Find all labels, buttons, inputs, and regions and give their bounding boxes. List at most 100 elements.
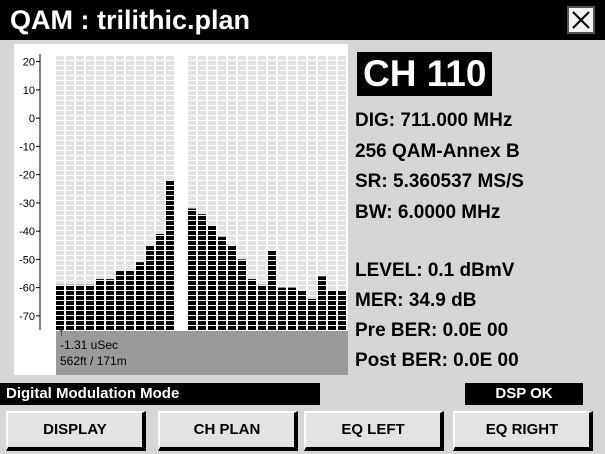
- bar-segment-gap: [54, 85, 346, 86]
- bar-segment-gap: [54, 175, 346, 176]
- pre-ber-readout: Pre BER: 0.0E 00: [355, 320, 509, 341]
- bar-segment-gap: [54, 310, 346, 311]
- bar-segment-gap: [54, 280, 346, 281]
- y-tick-label: -60: [19, 283, 35, 295]
- eq-tap-bar: [96, 279, 104, 330]
- bar-segment-gap: [54, 240, 346, 241]
- bar-segment-gap: [54, 255, 346, 256]
- bar-segment-gap: [54, 300, 346, 301]
- dsp-status-badge: DSP OK: [465, 383, 583, 405]
- y-tick-label: -10: [19, 141, 35, 153]
- bar-background: [338, 56, 346, 330]
- bar-segment-gap: [54, 290, 346, 291]
- bar-segment-gap: [54, 110, 346, 111]
- bar-background: [298, 56, 306, 330]
- bar-segment-gap: [54, 215, 346, 216]
- bar-background: [328, 56, 336, 330]
- bar-segment-gap: [54, 95, 346, 96]
- eq-tap-bar: [136, 262, 144, 330]
- eq-tap-bar: [248, 279, 256, 330]
- y-tick-label: -20: [19, 170, 35, 182]
- bar-segment-gap: [54, 140, 346, 141]
- bandwidth: BW: 6.0000 MHz: [355, 202, 501, 223]
- bar-segment-gap: [54, 270, 346, 271]
- eq-left-button[interactable]: EQ LEFT: [304, 411, 444, 451]
- marker-arrow-icon: ↑: [58, 324, 65, 339]
- eq-tap-bar: [188, 208, 196, 330]
- modulation-type: 256 QAM-Annex B: [355, 141, 520, 162]
- eq-right-button[interactable]: EQ RIGHT: [453, 411, 593, 451]
- dig-frequency: DIG: 711.000 MHz: [355, 110, 513, 131]
- bar-segment-gap: [54, 65, 346, 66]
- bar-segment-gap: [54, 265, 346, 266]
- bar-segment-gap: [54, 305, 346, 306]
- display-button[interactable]: DISPLAY: [6, 411, 146, 451]
- bar-segment-gap: [54, 210, 346, 211]
- bar-segment-gap: [54, 250, 346, 251]
- close-icon: [572, 11, 590, 29]
- bar-segment-gap: [54, 200, 346, 201]
- bar-segment-gap: [54, 180, 346, 181]
- symbol-rate: SR: 5.360537 MS/S: [355, 171, 524, 192]
- distance-readout: 562ft / 171m: [60, 354, 127, 368]
- eq-tap-bar: [208, 225, 216, 330]
- bar-segment-gap: [54, 165, 346, 166]
- bar-segment-gap: [54, 260, 346, 261]
- bar-segment-gap: [54, 90, 346, 91]
- eq-tap-bar: [76, 284, 84, 330]
- bar-segment-gap: [54, 325, 346, 326]
- eq-tap-bar: [198, 214, 206, 330]
- bar-segment-gap: [54, 125, 346, 126]
- bar-segment-gap: [54, 170, 346, 171]
- delay-readout: -1.31 uSec: [60, 338, 119, 352]
- bar-segment-gap: [54, 205, 346, 206]
- bar-segment-gap: [54, 320, 346, 321]
- post-ber-readout: Post BER: 0.0E 00: [355, 350, 519, 371]
- bar-segment-gap: [54, 75, 346, 76]
- bar-segment-gap: [54, 70, 346, 71]
- bar-segment-gap: [54, 120, 346, 121]
- y-tick-label: 20: [23, 57, 35, 69]
- y-tick-label: -40: [19, 226, 35, 238]
- bar-segment-gap: [54, 295, 346, 296]
- bar-segment-gap: [54, 105, 346, 106]
- bar-segment-gap: [54, 315, 346, 316]
- ch-plan-button[interactable]: CH PLAN: [158, 411, 298, 451]
- y-tick-label: 10: [23, 85, 35, 97]
- eq-tap-bar: [86, 284, 94, 330]
- bar-segment-gap: [54, 80, 346, 81]
- y-tick-label: -50: [19, 254, 35, 266]
- bar-segment-gap: [54, 160, 346, 161]
- bar-segment-gap: [54, 190, 346, 191]
- mer-readout: MER: 34.9 dB: [355, 290, 477, 311]
- eq-tap-bar: [228, 245, 236, 330]
- bar-segment-gap: [54, 235, 346, 236]
- bar-segment-gap: [54, 275, 346, 276]
- equalizer-bars: [54, 56, 346, 330]
- bar-segment-gap: [54, 150, 346, 151]
- bar-segment-gap: [54, 135, 346, 136]
- bar-segment-gap: [54, 145, 346, 146]
- bar-segment-gap: [54, 60, 346, 61]
- eq-tap-bar: [106, 279, 114, 330]
- bar-segment-gap: [54, 220, 346, 221]
- y-tick-label: -70: [19, 311, 35, 323]
- bar-segment-gap: [54, 225, 346, 226]
- equalizer-chart: 20 10 0 -10 -20 -30 -40 -50 -60 -70 ↑: [19, 54, 346, 339]
- y-axis: 20 10 0 -10 -20 -30 -40 -50 -60 -70: [19, 54, 41, 330]
- eq-tap-bar: [238, 259, 246, 330]
- close-button[interactable]: [567, 6, 595, 34]
- eq-tap-bar: [258, 284, 266, 330]
- eq-tap-bar: [318, 276, 326, 330]
- eq-tap-bar: [278, 287, 286, 330]
- channel-label: CH 110: [357, 52, 493, 96]
- bar-segment-gap: [54, 285, 346, 286]
- bar-segment-gap: [54, 245, 346, 246]
- bar-segment-gap: [54, 155, 346, 156]
- bar-segment-gap: [54, 230, 346, 231]
- bar-segment-gap: [54, 100, 346, 101]
- bar-segment-gap: [54, 130, 346, 131]
- bar-segment-gap: [54, 115, 346, 116]
- mode-label: Digital Modulation Mode: [0, 383, 320, 405]
- bar-background: [308, 56, 316, 330]
